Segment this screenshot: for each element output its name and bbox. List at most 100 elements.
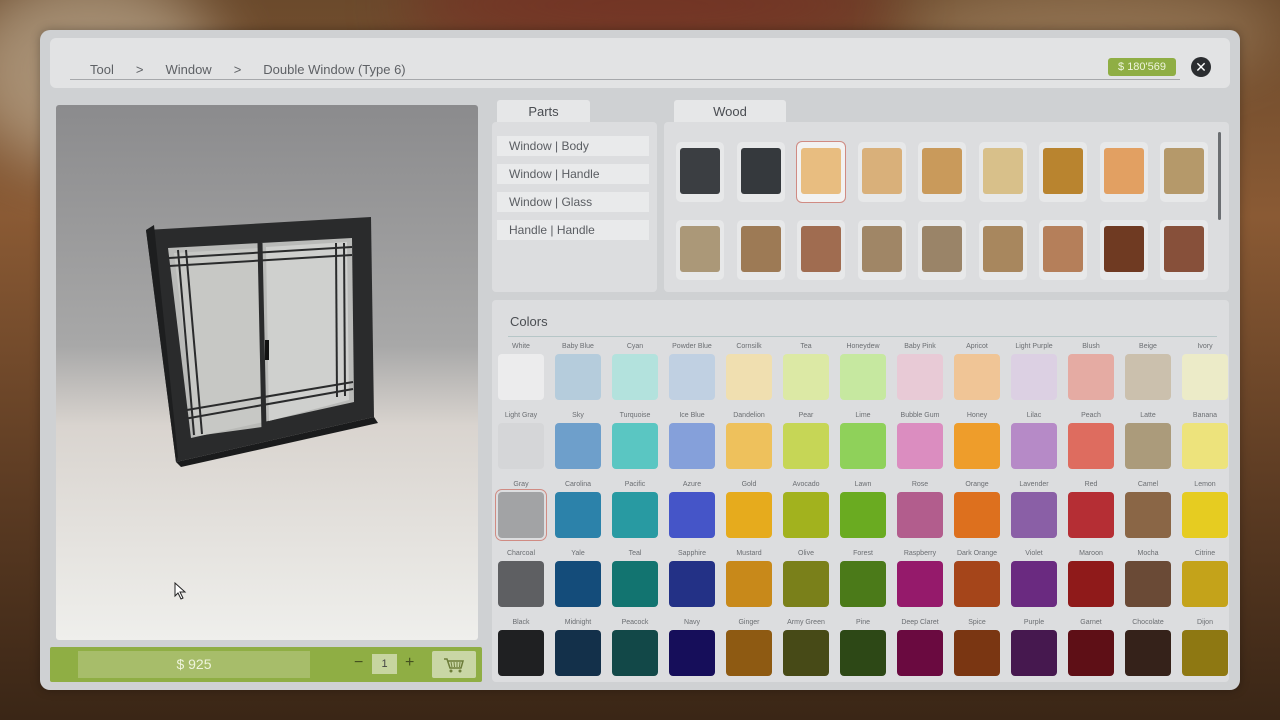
part-window-body[interactable]: Window | Body — [497, 136, 649, 156]
color-swatch[interactable]: Tea — [781, 342, 831, 400]
tab-wood[interactable]: Wood — [674, 100, 786, 124]
color-swatch[interactable]: Lime — [838, 411, 888, 469]
color-swatch[interactable]: Garnet — [1066, 618, 1116, 676]
color-swatch[interactable]: Bubble Gum — [895, 411, 945, 469]
color-swatch[interactable]: Baby Blue — [553, 342, 603, 400]
color-swatch[interactable]: Peacock — [610, 618, 660, 676]
color-swatch[interactable]: Rose — [895, 480, 945, 538]
wood-swatch[interactable] — [736, 220, 785, 280]
wood-swatch[interactable] — [978, 220, 1027, 280]
color-swatch[interactable]: Midnight — [553, 618, 603, 676]
color-swatch[interactable]: Lilac — [1009, 411, 1059, 469]
wood-swatch[interactable] — [797, 220, 845, 280]
color-swatch[interactable]: Peach — [1066, 411, 1116, 469]
color-swatch[interactable]: Lawn — [838, 480, 888, 538]
color-swatch[interactable]: Purple — [1009, 618, 1059, 676]
quantity-increase-button[interactable]: + — [405, 654, 414, 672]
breadcrumb-window[interactable]: Window — [165, 62, 211, 77]
quantity-decrease-button[interactable]: − — [354, 654, 363, 672]
close-icon[interactable]: ✕ — [1191, 57, 1211, 77]
wood-swatch[interactable] — [1160, 220, 1208, 280]
color-swatch[interactable]: Gray — [495, 480, 547, 541]
color-swatch[interactable]: Sapphire — [667, 549, 717, 607]
color-swatch[interactable]: Ivory — [1180, 342, 1230, 400]
color-swatch[interactable]: Gold — [724, 480, 774, 538]
breadcrumb-tool[interactable]: Tool — [90, 62, 114, 77]
color-swatch[interactable]: Chocolate — [1123, 618, 1173, 676]
add-to-cart-button[interactable] — [432, 651, 476, 678]
color-swatch[interactable]: Forest — [838, 549, 888, 607]
color-swatch[interactable]: Honey — [952, 411, 1002, 469]
wood-swatch[interactable] — [978, 142, 1027, 202]
wood-swatch[interactable] — [1039, 142, 1087, 202]
color-swatch[interactable]: Deep Claret — [895, 618, 945, 676]
color-swatch[interactable]: Mocha — [1123, 549, 1173, 607]
color-swatch[interactable]: Violet — [1009, 549, 1059, 607]
color-swatch[interactable]: Pacific — [610, 480, 660, 538]
wood-swatch[interactable] — [676, 220, 724, 280]
part-handle-handle[interactable]: Handle | Handle — [497, 220, 649, 240]
wood-swatch[interactable] — [676, 142, 724, 202]
color-swatch[interactable]: Turquoise — [610, 411, 660, 469]
color-swatch[interactable]: Navy — [667, 618, 717, 676]
color-swatch[interactable]: Camel — [1123, 480, 1173, 538]
wood-swatch[interactable] — [796, 141, 846, 203]
color-swatch[interactable]: Spice — [952, 618, 1002, 676]
wood-swatch[interactable] — [857, 142, 906, 202]
item-preview[interactable] — [56, 105, 478, 640]
wood-swatch-fill — [1103, 148, 1144, 194]
color-swatch[interactable]: Mustard — [724, 549, 774, 607]
wood-swatch[interactable] — [736, 142, 785, 202]
color-swatch[interactable]: White — [496, 342, 546, 400]
color-swatch[interactable]: Cyan — [610, 342, 660, 400]
color-swatch[interactable]: Sky — [553, 411, 603, 469]
color-swatch[interactable]: Dark Orange — [952, 549, 1002, 607]
wood-swatch[interactable] — [1099, 142, 1148, 202]
color-swatch[interactable]: Light Purple — [1009, 342, 1059, 400]
color-swatch[interactable]: Beige — [1123, 342, 1173, 400]
color-swatch[interactable]: Maroon — [1066, 549, 1116, 607]
color-swatch[interactable]: Charcoal — [496, 549, 546, 607]
color-swatch[interactable]: Dandelion — [724, 411, 774, 469]
quantity-value[interactable]: 1 — [372, 654, 397, 674]
color-swatch[interactable]: Dijon — [1180, 618, 1230, 676]
part-window-glass[interactable]: Window | Glass — [497, 192, 649, 212]
wood-swatch[interactable] — [1099, 220, 1148, 280]
color-swatch[interactable]: Citrine — [1180, 549, 1230, 607]
color-swatch[interactable]: Banana — [1180, 411, 1230, 469]
color-swatch[interactable]: Cornsilk — [724, 342, 774, 400]
wood-swatch[interactable] — [1160, 142, 1208, 202]
color-swatch[interactable]: Yale — [553, 549, 603, 607]
color-swatch[interactable]: Ice Blue — [667, 411, 717, 469]
color-swatch[interactable]: Azure — [667, 480, 717, 538]
color-swatch[interactable]: Apricot — [952, 342, 1002, 400]
color-swatch[interactable]: Pear — [781, 411, 831, 469]
wood-swatch[interactable] — [918, 220, 966, 280]
color-swatch[interactable]: Orange — [952, 480, 1002, 538]
color-swatch[interactable]: Avocado — [781, 480, 831, 538]
color-swatch[interactable]: Army Green — [781, 618, 831, 676]
color-swatch[interactable]: Olive — [781, 549, 831, 607]
color-swatch[interactable]: Honeydew — [838, 342, 888, 400]
color-swatch[interactable]: Latte — [1123, 411, 1173, 469]
color-swatch[interactable]: Lemon — [1180, 480, 1230, 538]
wood-swatch[interactable] — [1039, 220, 1087, 280]
color-swatch[interactable]: Powder Blue — [667, 342, 717, 400]
wood-swatch[interactable] — [918, 142, 966, 202]
color-swatch[interactable]: Black — [496, 618, 546, 676]
tab-parts[interactable]: Parts — [497, 100, 590, 124]
color-swatch[interactable]: Blush — [1066, 342, 1116, 400]
color-swatch[interactable]: Lavender — [1009, 480, 1059, 538]
color-swatch[interactable]: Teal — [610, 549, 660, 607]
wood-swatch[interactable] — [857, 220, 906, 280]
wood-scrollbar[interactable] — [1218, 132, 1221, 220]
color-swatch[interactable]: Baby Pink — [895, 342, 945, 400]
color-swatch[interactable]: Ginger — [724, 618, 774, 676]
color-swatch[interactable]: Carolina — [553, 480, 603, 538]
color-swatch[interactable]: Raspberry — [895, 549, 945, 607]
breadcrumb-underline — [70, 79, 1180, 80]
color-swatch[interactable]: Light Gray — [496, 411, 546, 469]
part-window-handle[interactable]: Window | Handle — [497, 164, 649, 184]
color-swatch[interactable]: Red — [1066, 480, 1116, 538]
color-swatch[interactable]: Pine — [838, 618, 888, 676]
